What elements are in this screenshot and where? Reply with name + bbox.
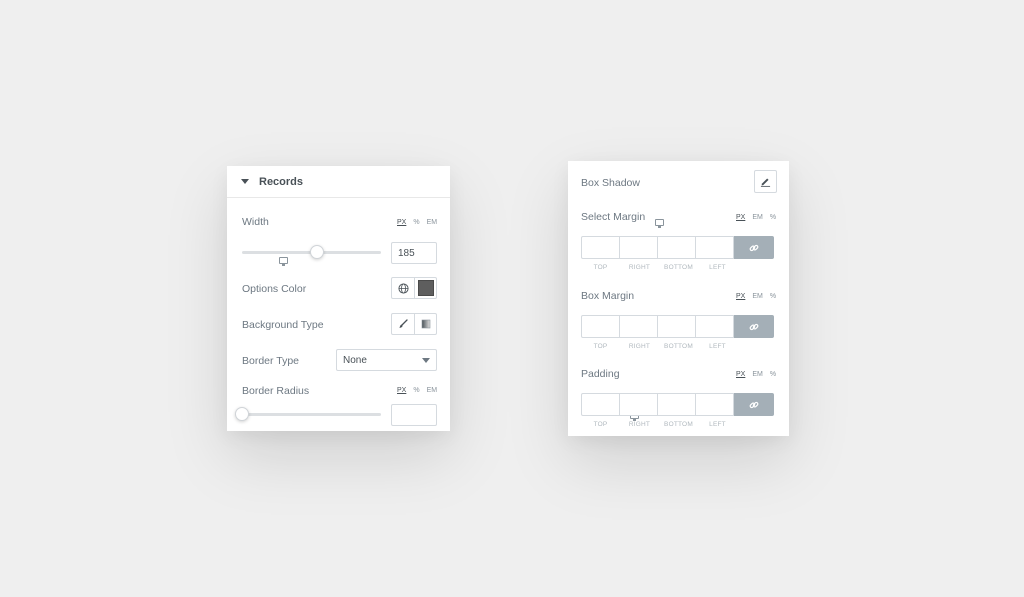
unit-px[interactable]: PX: [736, 293, 745, 300]
select-margin-units: PX EM %: [736, 214, 776, 221]
unit-percent[interactable]: %: [770, 214, 776, 221]
global-color-button[interactable]: [392, 278, 414, 298]
unit-px[interactable]: PX: [736, 214, 745, 221]
padding-link-button[interactable]: [734, 393, 774, 416]
unit-px[interactable]: PX: [397, 387, 406, 394]
unit-percent[interactable]: %: [413, 387, 419, 394]
background-type-label: Background Type: [242, 319, 324, 331]
select-margin-right-input[interactable]: [619, 236, 658, 259]
padding-bottom-input[interactable]: [657, 393, 696, 416]
box-margin-label: Box Margin: [581, 290, 635, 302]
gradient-icon: [421, 319, 430, 329]
link-icon: [749, 323, 759, 330]
desktop-icon[interactable]: [279, 257, 288, 266]
side-label-bottom: BOTTOM: [664, 421, 693, 428]
padding-right-input[interactable]: [619, 393, 658, 416]
pencil-icon: [760, 178, 771, 187]
border-type-label: Border Type: [242, 355, 300, 367]
side-label-top: TOP: [593, 421, 608, 428]
options-color-control: [391, 277, 437, 299]
border-radius-units: PX % EM: [397, 387, 437, 394]
width-slider-handle[interactable]: [310, 245, 325, 259]
background-type-control: [391, 313, 437, 335]
border-radius-slider-track[interactable]: [242, 413, 381, 416]
options-color-label: Options Color: [242, 283, 307, 295]
box-shadow-edit-button[interactable]: [754, 170, 777, 193]
link-icon: [749, 244, 759, 251]
unit-em[interactable]: EM: [752, 371, 763, 378]
box-margin-top-input[interactable]: [581, 315, 620, 338]
unit-em[interactable]: EM: [752, 293, 763, 300]
select-margin-side-labels: TOP RIGHT BOTTOM LEFT: [581, 264, 737, 271]
side-label-left: LEFT: [709, 343, 726, 350]
padding-label: Padding: [581, 368, 620, 380]
unit-em[interactable]: EM: [752, 214, 763, 221]
box-margin-left-input[interactable]: [695, 315, 734, 338]
unit-px[interactable]: PX: [397, 219, 406, 226]
select-margin-label: Select Margin: [581, 211, 646, 223]
width-units: PX % EM: [397, 219, 437, 226]
padding-side-labels: TOP RIGHT BOTTOM LEFT: [581, 421, 737, 428]
records-panel: Records Width PX % EM 185 Options Color …: [227, 166, 450, 431]
box-margin-link-button[interactable]: [734, 315, 774, 338]
box-margin-dimensions: [581, 315, 774, 338]
unit-percent[interactable]: %: [770, 293, 776, 300]
side-label-left: LEFT: [709, 264, 726, 271]
side-label-right: RIGHT: [628, 343, 651, 350]
border-type-select[interactable]: None: [336, 349, 437, 371]
caret-down-icon: [241, 179, 249, 184]
color-picker-button[interactable]: [414, 278, 436, 298]
unit-px[interactable]: PX: [736, 371, 745, 378]
side-label-bottom: BOTTOM: [664, 264, 693, 271]
side-label-bottom: BOTTOM: [664, 343, 693, 350]
desktop-icon[interactable]: [655, 219, 664, 228]
unit-em[interactable]: EM: [427, 387, 438, 394]
style-panel: Box Shadow Select Margin PX EM % TOP RIG…: [568, 161, 789, 436]
chevron-down-icon: [422, 358, 430, 363]
box-margin-side-labels: TOP RIGHT BOTTOM LEFT: [581, 343, 737, 350]
padding-dimensions: [581, 393, 774, 416]
select-margin-top-input[interactable]: [581, 236, 620, 259]
section-title: Records: [259, 175, 304, 188]
border-radius-input[interactable]: [391, 404, 437, 426]
unit-percent[interactable]: %: [770, 371, 776, 378]
padding-left-input[interactable]: [695, 393, 734, 416]
unit-em[interactable]: EM: [427, 219, 438, 226]
side-label-right: RIGHT: [628, 421, 651, 428]
select-margin-link-button[interactable]: [734, 236, 774, 259]
globe-icon: [397, 282, 409, 294]
link-icon: [749, 401, 759, 408]
side-label-left: LEFT: [709, 421, 726, 428]
padding-top-input[interactable]: [581, 393, 620, 416]
border-radius-label: Border Radius: [242, 385, 310, 397]
border-radius-slider-handle[interactable]: [235, 407, 249, 421]
side-label-top: TOP: [593, 264, 608, 271]
unit-percent[interactable]: %: [413, 219, 419, 226]
records-section-header[interactable]: Records: [227, 166, 450, 198]
border-type-value: None: [343, 355, 367, 366]
box-margin-right-input[interactable]: [619, 315, 658, 338]
side-label-right: RIGHT: [628, 264, 651, 271]
paint-brush-icon: [399, 319, 408, 328]
side-label-top: TOP: [593, 343, 608, 350]
width-label: Width: [242, 216, 269, 228]
gradient-background-button[interactable]: [414, 314, 436, 334]
select-margin-dimensions: [581, 236, 774, 259]
box-shadow-label: Box Shadow: [581, 177, 640, 189]
classic-background-button[interactable]: [392, 314, 414, 334]
color-swatch: [417, 280, 434, 296]
width-input[interactable]: 185: [391, 242, 437, 264]
box-margin-units: PX EM %: [736, 293, 776, 300]
select-margin-bottom-input[interactable]: [657, 236, 696, 259]
box-margin-bottom-input[interactable]: [657, 315, 696, 338]
select-margin-left-input[interactable]: [695, 236, 734, 259]
padding-units: PX EM %: [736, 371, 776, 378]
